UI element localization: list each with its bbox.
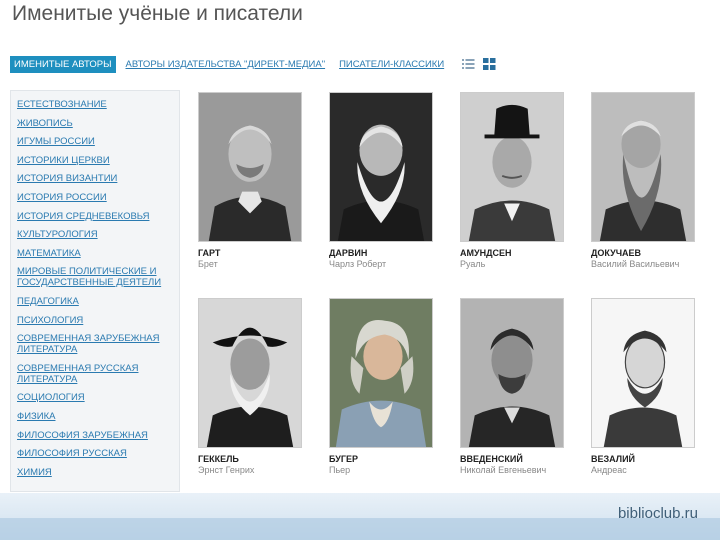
author-portrait[interactable] — [198, 298, 302, 448]
footer-band — [0, 518, 720, 540]
author-card[interactable]: ГЕККЕЛЬ Эрнст Генрих — [198, 298, 304, 475]
author-surname[interactable]: ГЕККЕЛЬ — [198, 454, 304, 464]
tab-bar: ИМЕНИТЫЕ АВТОРЫ АВТОРЫ ИЗДАТЕЛЬСТВА "ДИР… — [10, 55, 496, 73]
author-surname[interactable]: ДАРВИН — [329, 248, 435, 258]
author-surname[interactable]: АМУНДСЕН — [460, 248, 566, 258]
author-portrait[interactable] — [329, 92, 433, 242]
tab-famous-authors[interactable]: ИМЕНИТЫЕ АВТОРЫ — [10, 55, 116, 73]
grid-view-icon[interactable] — [483, 58, 496, 70]
tab-classic-writers[interactable]: ПИСАТЕЛИ-КЛАССИКИ — [335, 56, 448, 73]
author-portrait[interactable] — [591, 298, 695, 448]
author-card[interactable]: ВЕЗАЛИЙ Андреас — [591, 298, 697, 475]
sidebar-item-foreign-philosophy[interactable]: ФИЛОСОФИЯ ЗАРУБЕЖНАЯ — [17, 430, 179, 441]
sidebar-item-russian-history[interactable]: ИСТОРИЯ РОССИИ — [17, 192, 179, 203]
page-title: Именитые учёные и писатели — [12, 2, 303, 25]
sidebar-item-byzantine-history[interactable]: ИСТОРИЯ ВИЗАНТИИ — [17, 173, 179, 184]
author-first-name: Брет — [198, 259, 218, 269]
author-card[interactable]: АМУНДСЕН Руаль — [460, 92, 566, 269]
author-surname[interactable]: БУГЕР — [329, 454, 435, 464]
author-first-name: Андреас — [591, 465, 627, 475]
author-card[interactable]: ВВЕДЕНСКИЙ Николай Евгеньевич — [460, 298, 566, 475]
sidebar-item-russian-philosophy[interactable]: ФИЛОСОФИЯ РУССКАЯ — [17, 448, 179, 459]
author-card[interactable]: ДОКУЧАЕВ Василий Васильевич — [591, 92, 697, 269]
author-card[interactable]: БУГЕР Пьер — [329, 298, 435, 475]
author-first-name: Николай Евгеньевич — [460, 465, 547, 475]
sidebar-item-medieval-history[interactable]: ИСТОРИЯ СРЕДНЕВЕКОВЬЯ — [17, 211, 179, 222]
author-card[interactable]: ГАРТ Брет — [198, 92, 304, 269]
author-surname[interactable]: ВЕЗАЛИЙ — [591, 454, 697, 464]
author-portrait[interactable] — [198, 92, 302, 242]
author-surname[interactable]: ГАРТ — [198, 248, 304, 258]
sidebar-item-mathematics[interactable]: МАТЕМАТИКА — [17, 248, 179, 259]
author-first-name: Руаль — [460, 259, 486, 269]
author-portrait[interactable] — [329, 298, 433, 448]
category-sidebar: ЕСТЕСТВОЗНАНИЕ ЖИВОПИСЬ ИГУМЫ РОССИИ ИСТ… — [10, 90, 180, 492]
sidebar-item-modern-russian-literature[interactable]: СОВРЕМЕННАЯ РУССКАЯ ЛИТЕРАТУРА — [17, 363, 179, 385]
sidebar-item-sociology[interactable]: СОЦИОЛОГИЯ — [17, 392, 179, 403]
author-card[interactable]: ДАРВИН Чарлз Роберт — [329, 92, 435, 269]
tab-direct-media-authors[interactable]: АВТОРЫ ИЗДАТЕЛЬСТВА "ДИРЕКТ-МЕДИА" — [122, 56, 330, 73]
sidebar-item-painting[interactable]: ЖИВОПИСЬ — [17, 118, 179, 129]
author-portrait[interactable] — [591, 92, 695, 242]
author-first-name: Эрнст Генрих — [198, 465, 255, 475]
sidebar-item-psychology[interactable]: ПСИХОЛОГИЯ — [17, 315, 179, 326]
list-view-icon[interactable] — [462, 58, 475, 70]
author-portrait[interactable] — [460, 298, 564, 448]
author-first-name: Пьер — [329, 465, 351, 475]
author-first-name: Василий Васильевич — [591, 259, 680, 269]
author-first-name: Чарлз Роберт — [329, 259, 387, 269]
sidebar-item-political-figures[interactable]: МИРОВЫЕ ПОЛИТИЧЕСКИЕ И ГОСУДАРСТВЕННЫЕ Д… — [17, 266, 179, 288]
sidebar-item-physics[interactable]: ФИЗИКА — [17, 411, 179, 422]
sidebar-item-pedagogy[interactable]: ПЕДАГОГИКА — [17, 296, 179, 307]
author-surname[interactable]: ДОКУЧАЕВ — [591, 248, 697, 258]
sidebar-item-natural-science[interactable]: ЕСТЕСТВОЗНАНИЕ — [17, 99, 179, 110]
view-switcher — [462, 58, 496, 70]
sidebar-item-modern-foreign-literature[interactable]: СОВРЕМЕННАЯ ЗАРУБЕЖНАЯ ЛИТЕРАТУРА — [17, 333, 179, 355]
brand-label: biblioclub.ru — [617, 505, 698, 522]
author-portrait[interactable] — [460, 92, 564, 242]
sidebar-item-culturology[interactable]: КУЛЬТУРОЛОГИЯ — [17, 229, 179, 240]
author-surname[interactable]: ВВЕДЕНСКИЙ — [460, 454, 566, 464]
sidebar-item-church-historians[interactable]: ИСТОРИКИ ЦЕРКВИ — [17, 155, 179, 166]
sidebar-item-chemistry[interactable]: ХИМИЯ — [17, 467, 179, 478]
sidebar-item-igumens[interactable]: ИГУМЫ РОССИИ — [17, 136, 179, 147]
